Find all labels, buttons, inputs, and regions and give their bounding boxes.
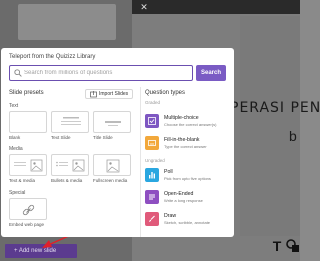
question-type-open-ended[interactable]: Open-Ended Write a long response <box>145 190 231 208</box>
shapes-tool-icon[interactable] <box>284 236 302 256</box>
question-type-name: Open-Ended <box>164 191 194 197</box>
question-type-fill-in-the-blank[interactable]: Fill-in-the-blank Type the correct answe… <box>145 136 231 154</box>
question-type-desc: Type the correct answer <box>164 144 207 149</box>
question-types-heading: Question types <box>145 90 186 96</box>
question-type-poll[interactable]: Poll Pick from upto five options <box>145 168 231 186</box>
modal-title: Teleport from the Quizizz Library <box>9 54 96 60</box>
link-icon <box>22 204 35 216</box>
search-box[interactable] <box>9 65 193 81</box>
search-input[interactable] <box>24 68 189 78</box>
tile-label-title-slide: Title Slide <box>93 135 113 140</box>
question-type-desc: Choose the correct answer(s) <box>164 122 217 127</box>
slide-body-text: b <box>289 128 297 144</box>
preset-fullscreen-media[interactable] <box>93 154 131 176</box>
question-type-desc: Pick from upto five options <box>164 176 211 181</box>
question-type-multiple-choice[interactable]: Multiple-choice Choose the correct answe… <box>145 114 231 132</box>
preset-title-slide[interactable] <box>93 111 131 133</box>
tile-label-fullscreen-media: Fullscreen media <box>93 178 128 183</box>
tile-label-text-slide: Text Slide <box>51 135 71 140</box>
question-type-desc: Write a long response <box>164 198 203 203</box>
preset-text-media[interactable] <box>9 154 47 176</box>
graded-label: Graded <box>145 100 161 105</box>
title-slide-thumb-icon <box>105 121 121 126</box>
add-slide-modal: Teleport from the Quizizz Library Search… <box>1 48 234 237</box>
column-divider <box>140 87 141 237</box>
text-slide-thumb-icon <box>61 117 81 125</box>
poll-icon <box>145 168 159 182</box>
search-icon <box>14 69 22 77</box>
search-button[interactable]: Search <box>196 65 226 81</box>
brush-icon <box>145 212 159 226</box>
question-type-draw[interactable]: Draw Sketch, scribble, annotate <box>145 212 231 230</box>
bullets-media-thumb-icon <box>56 159 85 172</box>
tile-label-bullets-media: Bullets & media <box>51 178 83 183</box>
blank-box-icon <box>145 136 159 150</box>
import-slides-button[interactable]: Import Slides <box>85 89 133 99</box>
tile-label-text-media: Text & media <box>9 178 36 183</box>
media-group-label: Media <box>9 146 23 152</box>
question-type-name: Fill-in-the-blank <box>164 137 200 143</box>
editor-topbar <box>132 0 300 14</box>
check-square-icon <box>145 114 159 128</box>
slide-thumbnail[interactable] <box>18 4 116 40</box>
preset-bullets-media[interactable] <box>51 154 89 176</box>
question-type-name: Multiple-choice <box>164 115 199 121</box>
tile-label-embed-web-page: Embed web page <box>9 222 45 227</box>
open-ended-icon <box>145 190 159 204</box>
close-icon[interactable]: ✕ <box>138 1 150 13</box>
ungraded-label: Ungraded <box>145 158 165 163</box>
fullscreen-media-thumb-icon <box>106 159 120 173</box>
preset-blank[interactable] <box>9 111 47 133</box>
import-icon <box>90 91 97 98</box>
special-group-label: Special <box>9 190 26 196</box>
import-slides-label: Import Slides <box>99 91 129 97</box>
slide-canvas[interactable] <box>240 16 300 236</box>
tile-label-blank: Blank <box>9 135 21 140</box>
text-group-label: Text <box>9 103 19 109</box>
text-media-thumb-icon <box>14 159 43 172</box>
question-type-name: Draw <box>164 213 177 219</box>
preset-embed-web-page[interactable] <box>9 198 47 220</box>
question-type-name: Poll <box>164 169 173 175</box>
question-type-desc: Sketch, scribble, annotate <box>164 220 211 225</box>
slide-title-text: PERASI PEN <box>230 100 320 116</box>
preset-text-slide[interactable] <box>51 111 89 133</box>
slide-presets-heading: Slide presets <box>9 90 44 96</box>
